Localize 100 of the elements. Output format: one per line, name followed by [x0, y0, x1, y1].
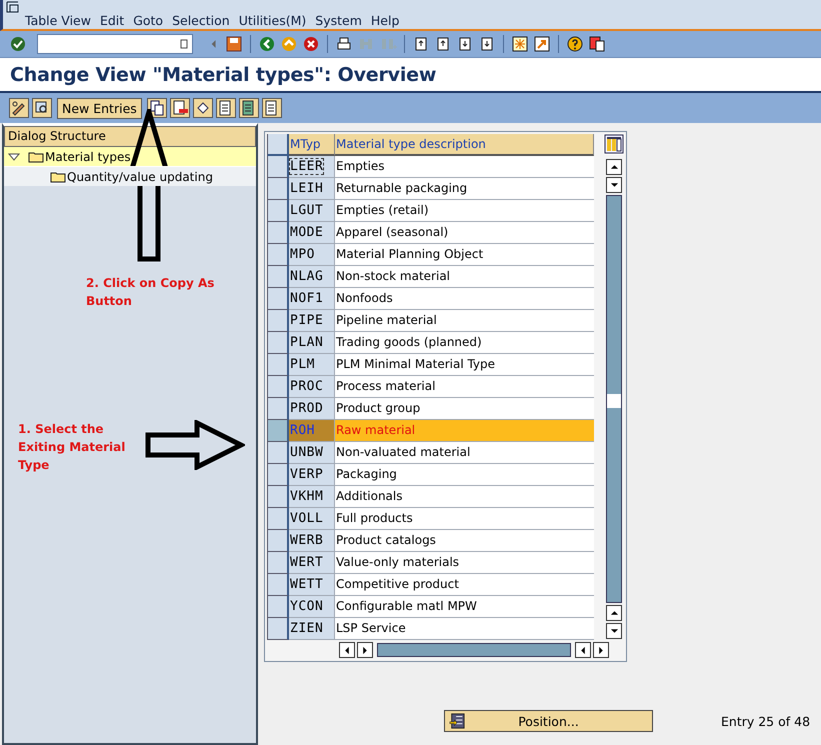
- list-icon[interactable]: [216, 98, 236, 118]
- triangle-up-icon: [610, 610, 618, 616]
- expand-triangle-icon[interactable]: [8, 152, 20, 162]
- scroll-up-button[interactable]: [606, 159, 622, 175]
- row-selector[interactable]: [267, 508, 289, 530]
- menu-item[interactable]: Help: [368, 13, 406, 28]
- row-selector[interactable]: [267, 596, 289, 618]
- entry-counter: Entry 25 of 48: [721, 714, 810, 728]
- table-cell: Additionals: [335, 486, 594, 508]
- triangle-down-icon: [610, 628, 618, 634]
- menu-item[interactable]: System: [312, 13, 368, 28]
- row-selector[interactable]: [267, 156, 289, 178]
- scrollbar-track[interactable]: [606, 195, 622, 603]
- table-cell: PLM: [289, 354, 335, 376]
- row-selector[interactable]: [267, 552, 289, 574]
- triangle-down-icon: [610, 182, 618, 188]
- back-icon[interactable]: [258, 35, 276, 53]
- panel-header: Dialog Structure: [4, 126, 256, 147]
- menu-item[interactable]: Selection: [169, 13, 236, 28]
- cancel-icon[interactable]: [302, 35, 320, 53]
- select-all-cell[interactable]: [267, 134, 289, 156]
- row-selector[interactable]: [267, 574, 289, 596]
- copy-icon[interactable]: [146, 98, 167, 118]
- undo-icon[interactable]: [192, 98, 213, 118]
- delete-icon[interactable]: [170, 98, 190, 118]
- position-button[interactable]: Position...: [444, 710, 653, 732]
- table-cell: WETT: [289, 574, 335, 596]
- row-selector[interactable]: [267, 618, 289, 640]
- table-cell: PLM Minimal Material Type: [335, 354, 594, 376]
- triangle-left-icon: [344, 646, 350, 654]
- row-selector[interactable]: [267, 200, 289, 222]
- help-icon[interactable]: [566, 35, 584, 53]
- row-selector[interactable]: [267, 332, 289, 354]
- row-selector[interactable]: [267, 310, 289, 332]
- row-selector[interactable]: [267, 244, 289, 266]
- table-cell: Pipeline material: [335, 310, 594, 332]
- table-cell: Trading goods (planned): [335, 332, 594, 354]
- row-selector[interactable]: [267, 288, 289, 310]
- check-icon[interactable]: [9, 35, 27, 53]
- menu-item[interactable]: Table View: [22, 13, 97, 28]
- new-window-icon[interactable]: [511, 35, 529, 53]
- row-selector[interactable]: [267, 530, 289, 552]
- layout-icon[interactable]: [588, 35, 606, 53]
- table-cell: Product group: [335, 398, 594, 420]
- column-settings-icon[interactable]: [604, 134, 624, 154]
- triangle-right-icon: [362, 646, 368, 654]
- dropdown-icon[interactable]: [180, 39, 188, 49]
- table-cell: VOLL: [289, 508, 335, 530]
- menu-item[interactable]: Utilities(M): [236, 13, 312, 28]
- row-selector[interactable]: [267, 486, 289, 508]
- table-cell: Non-stock material: [335, 266, 594, 288]
- table-cell: LSP Service: [335, 618, 594, 640]
- table-cell: Competitive product: [335, 574, 594, 596]
- table-cell: Apparel (seasonal): [335, 222, 594, 244]
- list-icon[interactable]: [262, 98, 282, 118]
- scroll-left-button[interactable]: [575, 642, 591, 658]
- table-cell: Packaging: [335, 464, 594, 486]
- menu-item[interactable]: Goto: [130, 13, 170, 28]
- scroll-down-button[interactable]: [606, 623, 622, 639]
- column-header[interactable]: MTyp: [289, 134, 335, 156]
- row-selector[interactable]: [267, 442, 289, 464]
- tree-node[interactable]: Quantity/value updating: [4, 166, 256, 186]
- table-cell: ZIEN: [289, 618, 335, 640]
- row-selector[interactable]: [267, 178, 289, 200]
- row-selector[interactable]: [267, 464, 289, 486]
- row-selector[interactable]: [267, 376, 289, 398]
- horizontal-scrollbar-thumb[interactable]: [377, 643, 571, 657]
- window-menu-icon[interactable]: [6, 1, 20, 13]
- menu-item[interactable]: Edit: [96, 13, 130, 28]
- row-selector[interactable]: [267, 354, 289, 376]
- table-cell: YCON: [289, 596, 335, 618]
- command-field[interactable]: [37, 34, 193, 54]
- new-entries-button[interactable]: New Entries: [57, 98, 142, 118]
- row-selector[interactable]: [267, 398, 289, 420]
- scroll-right-button[interactable]: [357, 642, 373, 658]
- table-cell: VERP: [289, 464, 335, 486]
- scroll-up-button[interactable]: [606, 605, 622, 621]
- scroll-down-button[interactable]: [606, 177, 622, 193]
- row-selector[interactable]: [267, 420, 289, 442]
- save-icon[interactable]: [225, 35, 243, 53]
- scroll-left-button[interactable]: [339, 642, 355, 658]
- table-cell: MPO: [289, 244, 335, 266]
- table-cell: PROC: [289, 376, 335, 398]
- folder-icon: [50, 170, 66, 182]
- scroll-right-button[interactable]: [593, 642, 609, 658]
- table-cell: Non-valuated material: [335, 442, 594, 464]
- table-cell: Full products: [335, 508, 594, 530]
- table-cell: Returnable packaging: [335, 178, 594, 200]
- table-cell: LEIH: [289, 178, 335, 200]
- shortcut-icon[interactable]: [533, 35, 551, 53]
- row-selector[interactable]: [267, 222, 289, 244]
- display-icon[interactable]: [32, 98, 52, 118]
- list-icon[interactable]: [238, 98, 259, 118]
- pencil-glasses-icon[interactable]: [9, 98, 29, 118]
- scrollbar-thumb[interactable]: [607, 394, 621, 408]
- column-header[interactable]: Material type description: [335, 134, 594, 156]
- table-cell: UNBW: [289, 442, 335, 464]
- table-cell: Product catalogs: [335, 530, 594, 552]
- row-selector[interactable]: [267, 266, 289, 288]
- tree-node[interactable]: Material types: [4, 147, 256, 166]
